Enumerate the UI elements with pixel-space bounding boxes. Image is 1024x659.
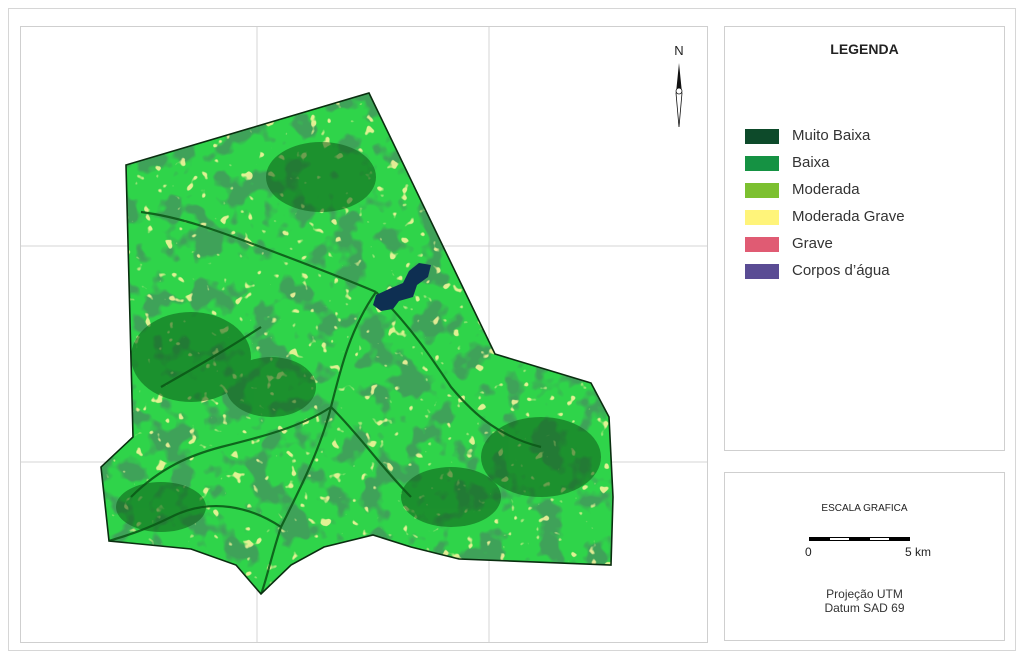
- legend-label: Moderada: [792, 181, 860, 198]
- legend-swatch: [745, 183, 779, 198]
- scale-segment: [869, 537, 890, 541]
- datum-line: Datum SAD 69: [824, 601, 905, 615]
- scale-segment: [809, 537, 830, 541]
- scale-min-label: 0: [805, 545, 812, 559]
- legend-label: Corpos d’água: [792, 262, 890, 279]
- legend-swatch: [745, 129, 779, 144]
- municipality-region[interactable]: [21, 27, 708, 643]
- map-canvas[interactable]: [21, 27, 708, 643]
- legend-label: Grave: [792, 235, 833, 252]
- scale-bar: [809, 537, 912, 543]
- scale-title: ESCALA GRAFICA: [821, 503, 908, 514]
- map-panel[interactable]: N: [20, 26, 708, 643]
- north-arrow-icon: [675, 63, 683, 128]
- scale-segment: [889, 537, 910, 541]
- legend-label: Muito Baixa: [792, 127, 871, 144]
- legend-label: Moderada Grave: [792, 208, 905, 225]
- scale-segment: [829, 537, 850, 541]
- legend-label: Baixa: [792, 154, 830, 171]
- legend-title: LEGENDA: [830, 41, 899, 57]
- scale-max-label: 5 km: [905, 545, 932, 559]
- scale-segment: [849, 537, 870, 541]
- legend-swatch: [745, 156, 779, 171]
- legend-swatch: [745, 237, 779, 252]
- projection-line: Projeção UTM: [826, 587, 903, 601]
- scale-panel: ESCALA GRAFICA 0 5 km Projeção UTM Datum…: [724, 472, 1005, 641]
- legend-panel: LEGENDA Muito Baixa Baixa Moderada Moder…: [724, 26, 1005, 451]
- legend-swatch: [745, 210, 779, 225]
- projection-text: Projeção UTM Datum SAD 69: [725, 587, 1004, 615]
- legend-swatch: [745, 264, 779, 279]
- north-arrow: N: [669, 43, 689, 129]
